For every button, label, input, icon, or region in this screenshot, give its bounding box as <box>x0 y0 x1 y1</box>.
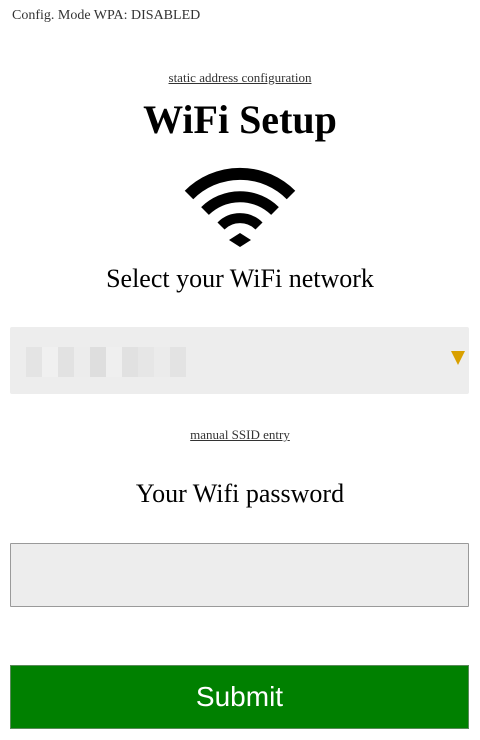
password-label: Your Wifi password <box>135 479 345 508</box>
password-input[interactable] <box>10 543 469 607</box>
config-mode-status: Config. Mode WPA: DISABLED <box>12 8 201 23</box>
wifi-icon <box>184 167 296 247</box>
wifi-arc-middle <box>201 191 279 216</box>
wifi-arc-inner <box>217 213 263 230</box>
page-title: WiFi Setup <box>143 97 337 142</box>
network-select[interactable] <box>10 327 469 394</box>
manual-ssid-link[interactable]: manual SSID entry <box>0 427 480 443</box>
submit-button[interactable]: Submit <box>10 665 469 729</box>
static-address-link[interactable]: static address configuration <box>0 70 480 86</box>
chevron-down-icon[interactable] <box>451 351 465 365</box>
wifi-dot <box>229 233 251 247</box>
network-select-label: Select your WiFi network <box>106 264 374 293</box>
network-name-redacted <box>26 347 186 377</box>
